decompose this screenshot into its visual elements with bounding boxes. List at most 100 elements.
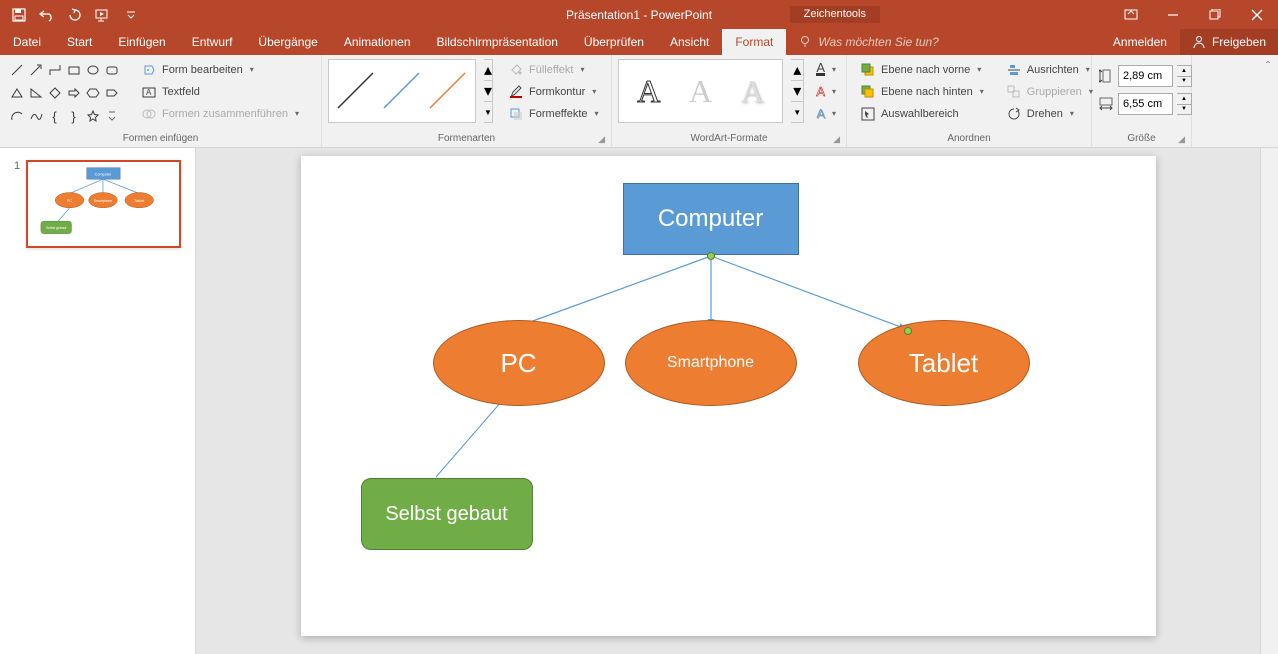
shape-smartphone[interactable]: Smartphone <box>625 320 797 406</box>
save-button[interactable] <box>6 3 32 27</box>
close-button[interactable] <box>1236 0 1278 29</box>
line-style-blue[interactable] <box>379 68 425 114</box>
gallery-down-button[interactable]: ▾ <box>484 81 492 102</box>
contextual-tab-label: Zeichentools <box>790 6 880 23</box>
undo-button[interactable] <box>34 3 60 27</box>
shape-connector-icon[interactable] <box>46 61 63 78</box>
send-backward-button[interactable]: Ebene nach hinten <box>853 81 991 102</box>
selection-pane-button[interactable]: Auswahlbereich <box>853 103 991 124</box>
shape-effects-button[interactable]: Formeffekte <box>501 103 606 124</box>
maximize-button[interactable] <box>1194 0 1236 29</box>
align-button[interactable]: Ausrichten <box>999 59 1100 80</box>
width-spinner[interactable]: ▲▼ <box>1177 93 1192 115</box>
line-style-black[interactable] <box>333 68 379 114</box>
shape-rect-icon[interactable] <box>65 61 82 78</box>
shape-curve-icon[interactable] <box>27 108 44 125</box>
vertical-scrollbar[interactable] <box>1260 148 1278 654</box>
connector-handle-end[interactable] <box>904 327 912 335</box>
collapse-ribbon-button[interactable]: ˆ <box>1266 59 1270 73</box>
tab-format[interactable]: Format <box>722 29 786 55</box>
sign-in-button[interactable]: Anmelden <box>1100 29 1180 55</box>
shape-style-gallery[interactable] <box>328 59 476 123</box>
shape-diamond-icon[interactable] <box>46 84 63 101</box>
tab-bildschirmpraesentation[interactable]: Bildschirmpräsentation <box>424 29 571 55</box>
shape-triangle-icon[interactable] <box>8 84 25 101</box>
wa-gallery-more[interactable]: ▼ <box>791 102 803 122</box>
svg-text:PC: PC <box>67 199 73 203</box>
shape-more-icon[interactable] <box>103 108 120 125</box>
ribbon-tabs: Datei Start Einfügen Entwurf Übergänge A… <box>0 29 1278 55</box>
tab-ueberpruefen[interactable]: Überprüfen <box>571 29 657 55</box>
selection-pane-icon <box>860 106 876 122</box>
gallery-up-button[interactable]: ▴ <box>484 60 492 81</box>
wordart-style-1[interactable]: A <box>624 66 674 116</box>
qat-customize-button[interactable] <box>118 3 144 27</box>
shape-pentagon-icon[interactable] <box>103 84 120 101</box>
shape-pc[interactable]: PC <box>433 320 605 406</box>
wordart-gallery[interactable]: A A A <box>618 59 783 123</box>
dialog-launcher-groesse[interactable]: ◢ <box>1178 134 1185 145</box>
share-button[interactable]: Freigeben <box>1180 29 1278 55</box>
window-title: Präsentation1 - PowerPoint <box>566 8 712 22</box>
connector-handle-start[interactable] <box>707 252 715 260</box>
group-button: Gruppieren <box>999 81 1100 102</box>
tab-animationen[interactable]: Animationen <box>331 29 424 55</box>
wordart-style-3[interactable]: A <box>727 66 777 116</box>
tab-einfuegen[interactable]: Einfügen <box>105 29 178 55</box>
pen-icon <box>508 84 524 100</box>
shape-outline-button[interactable]: Formkontur <box>501 81 606 102</box>
shape-arrowblock-icon[interactable] <box>65 84 82 101</box>
minimize-button[interactable] <box>1152 0 1194 29</box>
dialog-launcher-formenarten[interactable]: ◢ <box>598 134 605 145</box>
shape-lbrace-icon[interactable]: { <box>46 108 63 125</box>
dialog-launcher-wordart[interactable]: ◢ <box>833 134 840 145</box>
tab-ansicht[interactable]: Ansicht <box>657 29 722 55</box>
width-icon <box>1098 96 1114 112</box>
tab-entwurf[interactable]: Entwurf <box>179 29 246 55</box>
rotate-button[interactable]: Drehen <box>999 103 1100 124</box>
shape-rbrace-icon[interactable]: } <box>65 108 82 125</box>
shape-roundrect-icon[interactable] <box>103 61 120 78</box>
shape-gallery[interactable]: { } <box>6 59 126 131</box>
slide-canvas-area[interactable]: Computer PC Smartphone Tablet Selbst geb… <box>196 148 1260 654</box>
group-anordnen: Ebene nach vorne Ebene nach hinten Auswa… <box>847 55 1092 147</box>
bring-forward-button[interactable]: Ebene nach vorne <box>853 59 991 80</box>
slide[interactable]: Computer PC Smartphone Tablet Selbst geb… <box>301 156 1156 636</box>
shape-arc-icon[interactable] <box>8 108 25 125</box>
wa-gallery-down[interactable]: ▾ <box>791 81 803 102</box>
shape-selbst-gebaut[interactable]: Selbst gebaut <box>361 478 533 550</box>
text-effects-button[interactable]: A <box>812 103 840 124</box>
shape-hex-icon[interactable] <box>84 84 101 101</box>
height-spinner[interactable]: ▲▼ <box>1177 65 1192 87</box>
shape-star-icon[interactable] <box>84 108 101 125</box>
edit-shape-button[interactable]: Form bearbeiten <box>134 59 306 80</box>
shape-line-icon[interactable] <box>8 61 25 78</box>
wordart-style-2[interactable]: A <box>676 66 726 116</box>
slide-thumbnail-1[interactable]: Computer PC Smartphone Tablet Selbst geb… <box>26 160 181 248</box>
shape-computer[interactable]: Computer <box>623 183 799 255</box>
text-fill-button[interactable]: A <box>812 59 840 80</box>
shape-ellipse-icon[interactable] <box>84 61 101 78</box>
bucket-icon <box>508 62 524 78</box>
textbox-button[interactable]: A Textfeld <box>134 81 306 102</box>
shape-rtriangle-icon[interactable] <box>27 84 44 101</box>
height-icon <box>1098 68 1114 84</box>
merge-shapes-icon <box>141 106 157 122</box>
wa-gallery-up[interactable]: ▴ <box>791 60 803 81</box>
width-input[interactable]: 6,55 cm <box>1118 93 1173 115</box>
tab-start[interactable]: Start <box>54 29 105 55</box>
height-input[interactable]: 2,89 cm <box>1118 65 1173 87</box>
group-icon <box>1006 84 1022 100</box>
rotate-icon <box>1006 106 1022 122</box>
shape-tablet[interactable]: Tablet <box>858 320 1030 406</box>
tab-uebergaenge[interactable]: Übergänge <box>245 29 330 55</box>
start-from-beginning-button[interactable] <box>90 3 116 27</box>
shape-arrow-icon[interactable] <box>27 61 44 78</box>
tell-me-search[interactable]: Was möchten Sie tun? <box>798 29 939 55</box>
redo-button[interactable] <box>62 3 88 27</box>
tab-datei[interactable]: Datei <box>0 29 54 55</box>
gallery-more-button[interactable]: ▼ <box>484 102 492 122</box>
line-style-orange[interactable] <box>425 68 471 114</box>
text-outline-button[interactable]: A <box>812 81 840 102</box>
ribbon-display-options-button[interactable] <box>1110 0 1152 29</box>
